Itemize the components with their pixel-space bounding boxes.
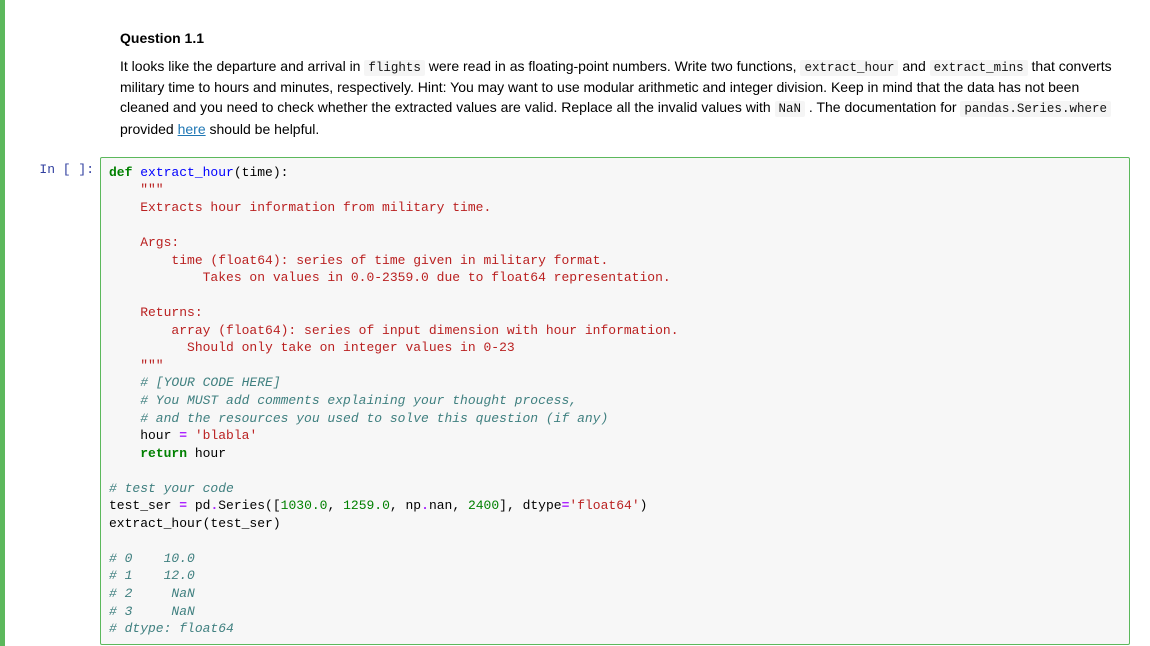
question-prose: It looks like the departure and arrival … xyxy=(120,56,1130,139)
text: should be helpful. xyxy=(210,121,320,137)
source-code[interactable]: def extract_hour(time): """ Extracts hou… xyxy=(109,164,1121,638)
input-prompt: In [ ]: xyxy=(8,157,100,177)
text: provided xyxy=(120,121,178,137)
code-flights: flights xyxy=(364,60,425,76)
markdown-cell: Question 1.1 It looks like the departure… xyxy=(0,30,1150,139)
text: It looks like the departure and arrival … xyxy=(120,58,364,74)
nbgrader-green-bar xyxy=(0,0,5,646)
text: . The documentation for xyxy=(809,99,961,115)
doc-link-here[interactable]: here xyxy=(178,121,206,137)
code-nan: NaN xyxy=(775,101,806,117)
jupyter-page: Question 1.1 It looks like the departure… xyxy=(0,0,1150,646)
text: were read in as floating-point numbers. … xyxy=(429,58,801,74)
code-input-area[interactable]: def extract_hour(time): """ Extracts hou… xyxy=(100,157,1130,645)
text: and xyxy=(902,58,929,74)
code-extract-hour: extract_hour xyxy=(800,60,898,76)
kw-def: def xyxy=(109,165,132,180)
code-cell: In [ ]: def extract_hour(time): """ Extr… xyxy=(0,157,1150,645)
code-pandas-series-where: pandas.Series.where xyxy=(960,101,1111,117)
fn-name: extract_hour xyxy=(140,165,234,180)
code-extract-mins: extract_mins xyxy=(930,60,1028,76)
question-title: Question 1.1 xyxy=(120,30,1130,46)
